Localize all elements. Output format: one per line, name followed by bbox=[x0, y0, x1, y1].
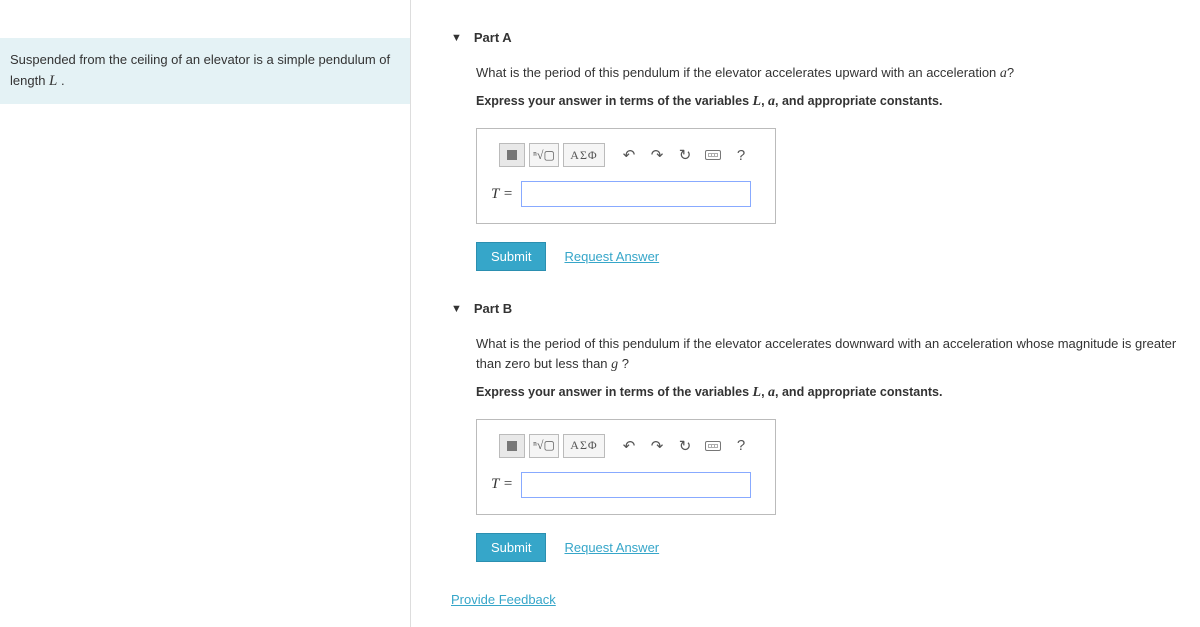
radical-button[interactable]: ⁿ√▢ bbox=[529, 434, 559, 458]
undo-button[interactable]: ↶ bbox=[617, 434, 641, 458]
keyboard-icon bbox=[705, 150, 721, 160]
problem-statement: Suspended from the ceiling of an elevato… bbox=[0, 38, 410, 104]
templates-button[interactable] bbox=[499, 143, 525, 167]
part-a-answer-input[interactable] bbox=[521, 181, 751, 207]
templates-button[interactable] bbox=[499, 434, 525, 458]
part-a-toolbar: ⁿ√▢ ΑΣΦ ↶ ↷ ↻ ? bbox=[491, 143, 761, 167]
part-b-instruction: Express your answer in terms of the vari… bbox=[476, 385, 1180, 401]
greek-button[interactable]: ΑΣΦ bbox=[563, 143, 605, 167]
part-b-toolbar: ⁿ√▢ ΑΣΦ ↶ ↷ ↻ ? bbox=[491, 434, 761, 458]
reset-icon: ↻ bbox=[679, 146, 692, 164]
part-b-answer-box: ⁿ√▢ ΑΣΦ ↶ ↷ ↻ ? T = bbox=[476, 419, 776, 515]
radical-button[interactable]: ⁿ√▢ bbox=[529, 143, 559, 167]
part-b-title: Part B bbox=[474, 301, 512, 316]
caret-down-icon: ▼ bbox=[451, 303, 462, 315]
undo-icon: ↶ bbox=[623, 146, 636, 164]
help-icon: ? bbox=[737, 147, 745, 164]
help-button[interactable]: ? bbox=[729, 143, 753, 167]
reset-icon: ↻ bbox=[679, 437, 692, 455]
part-b-question: What is the period of this pendulum if t… bbox=[476, 334, 1180, 375]
radical-icon: ⁿ√▢ bbox=[533, 438, 555, 453]
part-a-title: Part A bbox=[474, 30, 512, 45]
redo-icon: ↷ bbox=[651, 146, 664, 164]
undo-icon: ↶ bbox=[623, 437, 636, 455]
help-icon: ? bbox=[737, 437, 745, 454]
template-icon bbox=[507, 150, 517, 160]
keyboard-button[interactable] bbox=[701, 143, 725, 167]
part-b-body: What is the period of this pendulum if t… bbox=[476, 326, 1180, 562]
redo-icon: ↷ bbox=[651, 437, 664, 455]
redo-button[interactable]: ↷ bbox=[645, 143, 669, 167]
part-a-input-label: T = bbox=[491, 186, 513, 203]
keyboard-icon bbox=[705, 441, 721, 451]
greek-button[interactable]: ΑΣΦ bbox=[563, 434, 605, 458]
caret-down-icon: ▼ bbox=[451, 32, 462, 44]
redo-button[interactable]: ↷ bbox=[645, 434, 669, 458]
part-a-answer-box: ⁿ√▢ ΑΣΦ ↶ ↷ ↻ ? T = bbox=[476, 128, 776, 224]
part-a-question: What is the period of this pendulum if t… bbox=[476, 63, 1180, 84]
part-a-submit-button[interactable]: Submit bbox=[476, 242, 546, 271]
problem-text-before: Suspended from the ceiling of an elevato… bbox=[10, 52, 390, 88]
greek-label: ΑΣΦ bbox=[570, 148, 597, 163]
greek-label: ΑΣΦ bbox=[570, 438, 597, 453]
part-b-header[interactable]: ▼ Part B bbox=[451, 291, 1200, 326]
help-button[interactable]: ? bbox=[729, 434, 753, 458]
reset-button[interactable]: ↻ bbox=[673, 434, 697, 458]
part-b-answer-input[interactable] bbox=[521, 472, 751, 498]
problem-text-after: . bbox=[57, 73, 64, 88]
radical-icon: ⁿ√▢ bbox=[533, 148, 555, 163]
template-icon bbox=[507, 441, 517, 451]
part-a-request-answer-link[interactable]: Request Answer bbox=[564, 249, 659, 264]
part-a-body: What is the period of this pendulum if t… bbox=[476, 55, 1180, 271]
part-b-request-answer-link[interactable]: Request Answer bbox=[564, 540, 659, 555]
provide-feedback-link[interactable]: Provide Feedback bbox=[451, 592, 556, 607]
part-b-submit-button[interactable]: Submit bbox=[476, 533, 546, 562]
reset-button[interactable]: ↻ bbox=[673, 143, 697, 167]
undo-button[interactable]: ↶ bbox=[617, 143, 641, 167]
keyboard-button[interactable] bbox=[701, 434, 725, 458]
part-a-header[interactable]: ▼ Part A bbox=[451, 20, 1200, 55]
part-b-input-label: T = bbox=[491, 476, 513, 493]
part-a-instruction: Express your answer in terms of the vari… bbox=[476, 94, 1180, 110]
